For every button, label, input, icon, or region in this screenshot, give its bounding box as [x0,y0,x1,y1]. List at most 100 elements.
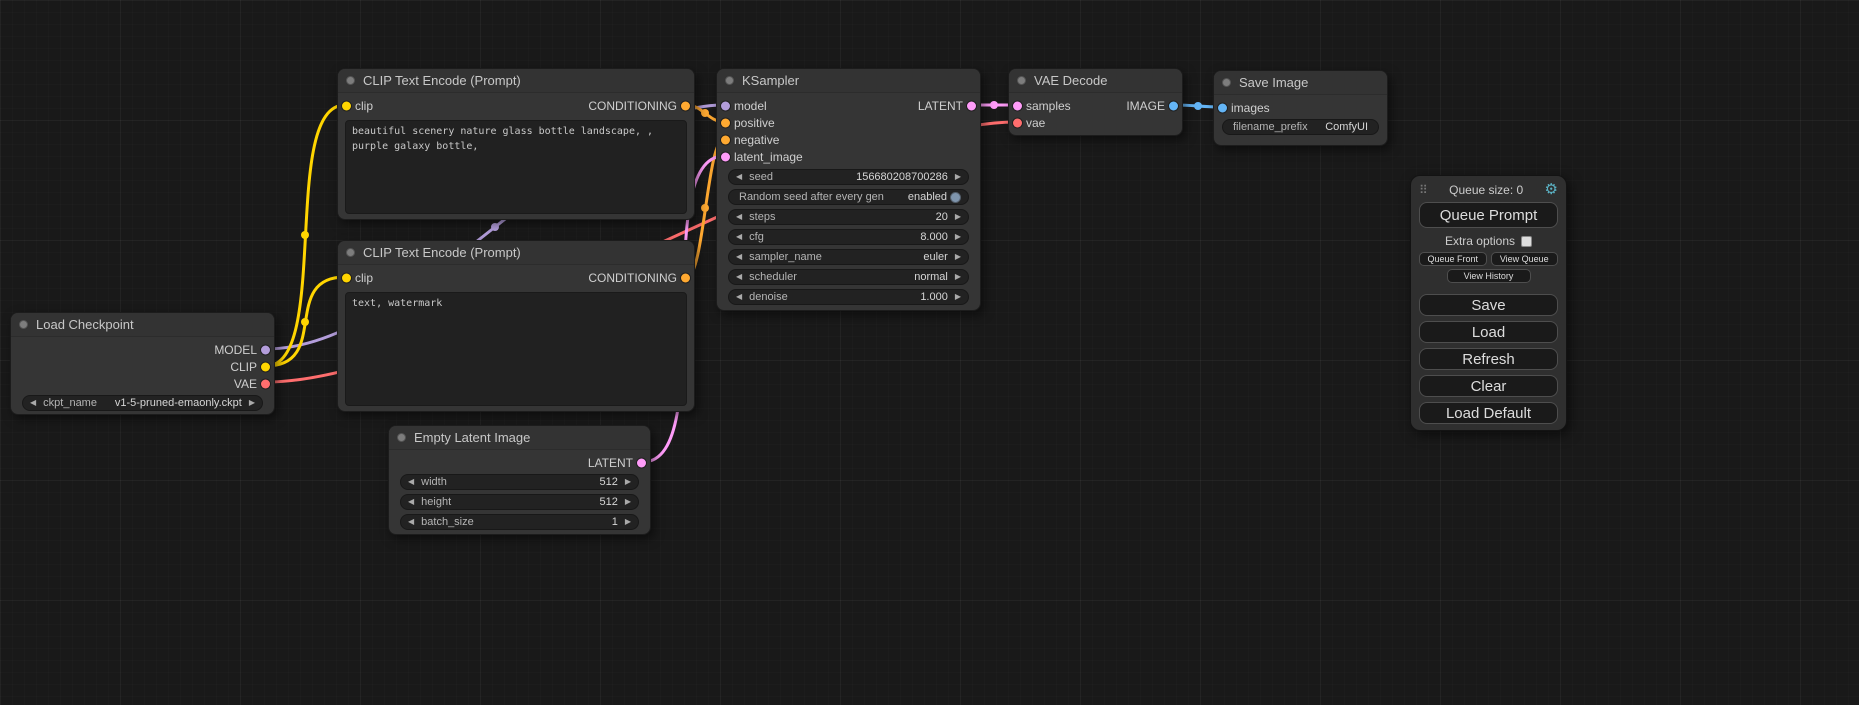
output-slot-clip[interactable]: CLIP [11,358,274,375]
collapse-dot[interactable] [1017,76,1026,85]
slot-row[interactable]: clip CONDITIONING [338,97,694,114]
increment-arrow-icon[interactable]: ▶ [955,213,961,221]
latent-output-port[interactable] [637,458,646,467]
latent-image-input-port[interactable] [721,152,730,161]
decrement-arrow-icon[interactable]: ◀ [736,213,742,221]
increment-arrow-icon[interactable]: ▶ [625,498,631,506]
widget-height[interactable]: ◀ height 512 ▶ [400,494,639,510]
decrement-arrow-icon[interactable]: ◀ [736,293,742,301]
model-input-port[interactable] [721,101,730,110]
node-vae-decode[interactable]: VAE Decode samples IMAGE vae [1008,68,1183,136]
increment-arrow-icon[interactable]: ▶ [955,253,961,261]
slot-row[interactable]: clip CONDITIONING [338,269,694,286]
slot-row-images[interactable]: images [1214,99,1387,116]
increment-arrow-icon[interactable]: ▶ [955,233,961,241]
node-save-image[interactable]: Save Image images filename_prefix ComfyU… [1213,70,1388,146]
collapse-dot[interactable] [1222,78,1231,87]
widget-steps[interactable]: ◀ steps 20 ▶ [728,209,969,225]
slot-row-vae[interactable]: vae [1009,114,1182,131]
widget-scheduler[interactable]: ◀ scheduler normal ▶ [728,269,969,285]
output-slot-vae[interactable]: VAE [11,375,274,392]
decrement-arrow-icon[interactable]: ◀ [736,173,742,181]
decrement-arrow-icon[interactable]: ◀ [408,478,414,486]
extra-options-checkbox[interactable] [1521,236,1532,247]
conditioning-output-port[interactable] [681,101,690,110]
save-button[interactable]: Save [1419,294,1558,316]
node-titlebar[interactable]: Empty Latent Image [389,426,650,450]
negative-prompt-textarea[interactable]: text, watermark [345,292,687,406]
vae-input-port[interactable] [1013,118,1022,127]
slot-row-samples-image[interactable]: samples IMAGE [1009,97,1182,114]
decrement-arrow-icon[interactable]: ◀ [408,518,414,526]
node-titlebar[interactable]: VAE Decode [1009,69,1182,93]
node-ksampler[interactable]: KSampler model LATENT positive negative … [716,68,981,311]
decrement-arrow-icon[interactable]: ◀ [736,253,742,261]
conditioning-output-port[interactable] [681,273,690,282]
clear-button[interactable]: Clear [1419,375,1558,397]
collapse-dot[interactable] [346,76,355,85]
samples-input-port[interactable] [1013,101,1022,110]
node-clip-text-encode-positive[interactable]: CLIP Text Encode (Prompt) clip CONDITION… [337,68,695,220]
widget-seed[interactable]: ◀ seed 156680208700286 ▶ [728,169,969,185]
node-empty-latent-image[interactable]: Empty Latent Image LATENT ◀ width 512 ▶ … [388,425,651,535]
output-slot-model[interactable]: MODEL [11,341,274,358]
slot-row-positive[interactable]: positive [717,114,980,131]
widget-filename-prefix[interactable]: filename_prefix ComfyUI [1222,119,1379,135]
node-titlebar[interactable]: Load Checkpoint [11,313,274,337]
node-clip-text-encode-negative[interactable]: CLIP Text Encode (Prompt) clip CONDITION… [337,240,695,412]
load-button[interactable]: Load [1419,321,1558,343]
increment-arrow-icon[interactable]: ▶ [625,518,631,526]
images-input-port[interactable] [1218,103,1227,112]
slot-row-latent-image[interactable]: latent_image [717,148,980,165]
widget-label: steps [749,211,775,223]
slot-row-negative[interactable]: negative [717,131,980,148]
view-history-button[interactable]: View History [1447,269,1531,283]
collapse-dot[interactable] [346,248,355,257]
node-load-checkpoint[interactable]: Load Checkpoint MODEL CLIP VAE ◀ ckpt_na… [10,312,275,415]
load-default-button[interactable]: Load Default [1419,402,1558,424]
collapse-dot[interactable] [397,433,406,442]
widget-denoise[interactable]: ◀ denoise 1.000 ▶ [728,289,969,305]
image-output-port[interactable] [1169,101,1178,110]
output-slot-latent[interactable]: LATENT [389,454,650,471]
drag-handle-icon[interactable]: ⠿ [1419,183,1428,197]
collapse-dot[interactable] [725,76,734,85]
negative-input-port[interactable] [721,135,730,144]
positive-prompt-textarea[interactable]: beautiful scenery nature glass bottle la… [345,120,687,214]
decrement-arrow-icon[interactable]: ◀ [408,498,414,506]
widget-cfg[interactable]: ◀ cfg 8.000 ▶ [728,229,969,245]
collapse-dot[interactable] [19,320,28,329]
decrement-arrow-icon[interactable]: ◀ [736,233,742,241]
widget-control-after-generate[interactable]: Random seed after every gen enabled [728,189,969,205]
toggle-indicator[interactable] [950,192,961,203]
decrement-arrow-icon[interactable]: ◀ [30,399,36,407]
settings-gear-icon[interactable]: ⚙ [1545,182,1558,197]
widget-batch-size[interactable]: ◀ batch_size 1 ▶ [400,514,639,530]
clip-input-port[interactable] [342,101,351,110]
node-titlebar[interactable]: Save Image [1214,71,1387,95]
node-titlebar[interactable]: KSampler [717,69,980,93]
widget-sampler-name[interactable]: ◀ sampler_name euler ▶ [728,249,969,265]
increment-arrow-icon[interactable]: ▶ [625,478,631,486]
node-titlebar[interactable]: CLIP Text Encode (Prompt) [338,241,694,265]
latent-output-port[interactable] [967,101,976,110]
node-titlebar[interactable]: CLIP Text Encode (Prompt) [338,69,694,93]
decrement-arrow-icon[interactable]: ◀ [736,273,742,281]
increment-arrow-icon[interactable]: ▶ [955,173,961,181]
queue-prompt-button[interactable]: Queue Prompt [1419,202,1558,228]
clip-input-port[interactable] [342,273,351,282]
refresh-button[interactable]: Refresh [1419,348,1558,370]
model-output-port[interactable] [261,345,270,354]
widget-ckpt-name[interactable]: ◀ ckpt_name v1-5-pruned-emaonly.ckpt ▶ [22,395,263,411]
node-graph-canvas[interactable]: Load Checkpoint MODEL CLIP VAE ◀ ckpt_na… [0,0,1859,705]
increment-arrow-icon[interactable]: ▶ [249,399,255,407]
positive-input-port[interactable] [721,118,730,127]
slot-row-model-latent[interactable]: model LATENT [717,97,980,114]
increment-arrow-icon[interactable]: ▶ [955,273,961,281]
clip-output-port[interactable] [261,362,270,371]
increment-arrow-icon[interactable]: ▶ [955,293,961,301]
queue-front-button[interactable]: Queue Front [1419,252,1487,266]
widget-width[interactable]: ◀ width 512 ▶ [400,474,639,490]
view-queue-button[interactable]: View Queue [1491,252,1559,266]
vae-output-port[interactable] [261,379,270,388]
